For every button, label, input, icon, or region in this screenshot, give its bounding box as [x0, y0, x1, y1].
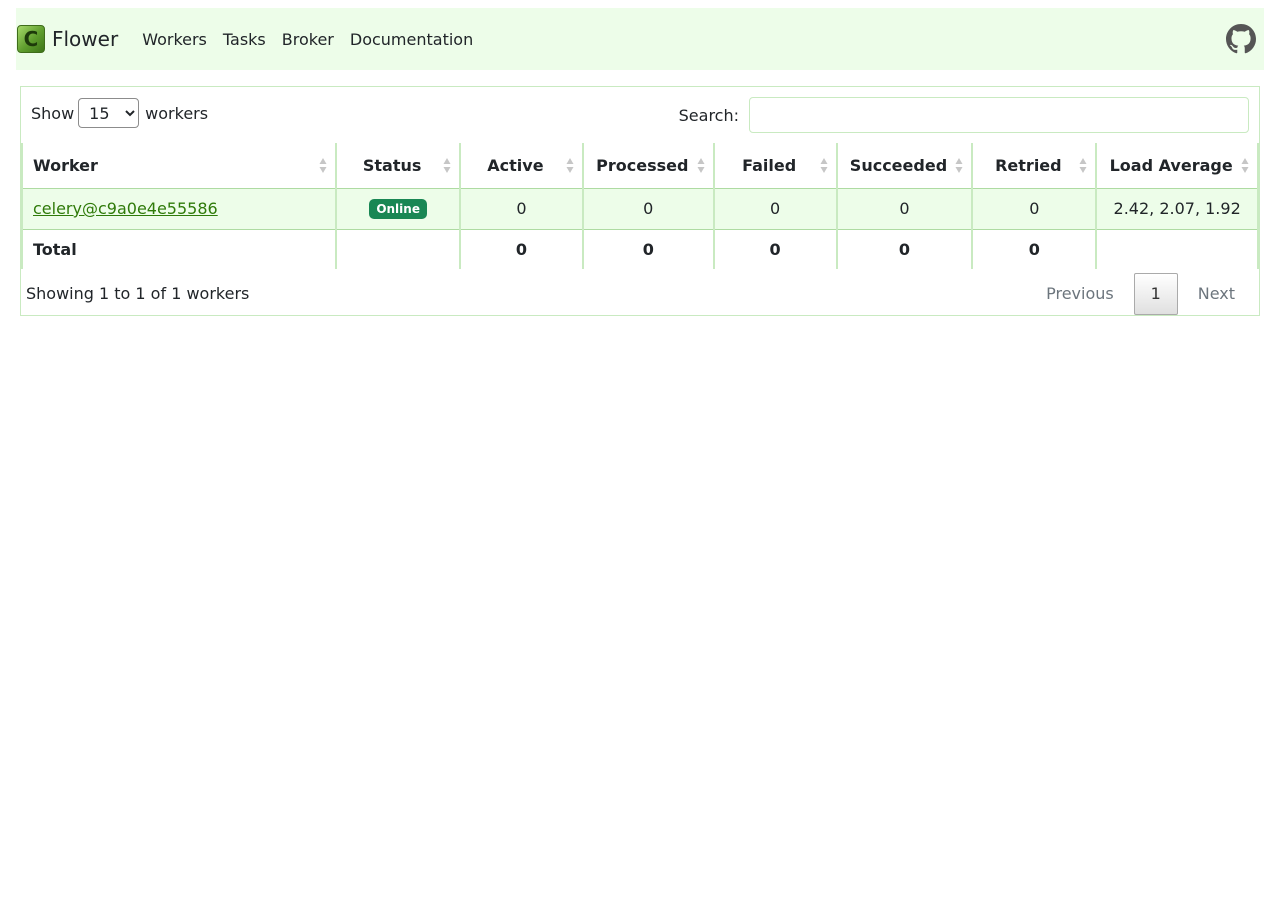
column-label: Succeeded	[849, 155, 948, 175]
next-button[interactable]: Next	[1178, 273, 1255, 315]
column-label: Load Average	[1109, 155, 1233, 175]
navbar: C Flower Workers Tasks Broker Documentat…	[16, 8, 1264, 70]
nav-workers[interactable]: Workers	[142, 30, 207, 49]
total-status-cell	[335, 229, 462, 269]
workers-label: workers	[145, 103, 209, 123]
column-label: Retried	[995, 155, 1062, 175]
processed-cell: 0	[581, 188, 715, 230]
sort-icon	[820, 158, 827, 173]
previous-button[interactable]: Previous	[1026, 273, 1134, 315]
celery-logo-icon: C	[17, 25, 45, 53]
column-header-failed[interactable]: Failed	[712, 143, 838, 189]
column-header-processed[interactable]: Processed	[581, 143, 715, 189]
sort-icon	[566, 158, 574, 173]
retried-cell: 0	[971, 188, 1098, 230]
status-cell: Online	[335, 188, 462, 230]
total-row: Total 0 0 0 0 0	[20, 229, 1259, 269]
column-label: Active	[487, 155, 544, 175]
search-input[interactable]	[749, 97, 1249, 133]
nav-tasks[interactable]: Tasks	[223, 30, 266, 49]
total-failed: 0	[712, 229, 838, 269]
github-icon[interactable]	[1226, 24, 1256, 54]
succeeded-cell: 0	[835, 188, 974, 230]
nav-broker[interactable]: Broker	[282, 30, 334, 49]
total-label: Total	[20, 229, 338, 269]
column-label: Worker	[33, 155, 98, 175]
column-label: Processed	[596, 155, 689, 175]
brand-name: Flower	[52, 27, 119, 51]
table-header-row: Worker Status Active Processed Failed Su…	[20, 143, 1259, 189]
total-active: 0	[459, 229, 584, 269]
total-load-average-cell	[1095, 229, 1259, 269]
total-retried: 0	[971, 229, 1098, 269]
workers-panel: Show 15 workers Search: Worker Status Ac…	[20, 86, 1260, 316]
page-length-select[interactable]: 15	[78, 98, 140, 128]
sort-icon	[955, 158, 963, 173]
total-processed: 0	[581, 229, 715, 269]
column-header-succeeded[interactable]: Succeeded	[835, 143, 974, 189]
active-cell: 0	[459, 188, 584, 230]
column-label: Failed	[742, 155, 797, 175]
sort-icon	[697, 158, 705, 173]
column-header-load-average[interactable]: Load Average	[1095, 143, 1259, 189]
show-label: Show	[31, 103, 75, 123]
page-1-button[interactable]: 1	[1133, 273, 1178, 315]
column-label: Status	[362, 155, 422, 175]
column-header-retried[interactable]: Retried	[971, 143, 1098, 189]
column-header-active[interactable]: Active	[459, 143, 584, 189]
table-info: Showing 1 to 1 of 1 workers	[26, 284, 250, 303]
total-succeeded: 0	[835, 229, 974, 269]
table-row: celery@c9a0e4e55586 Online 0 0 0 0 0 2.4…	[20, 188, 1259, 230]
sort-icon	[1241, 158, 1249, 173]
load-average-cell: 2.42, 2.07, 1.92	[1095, 188, 1259, 230]
workers-table: Worker Status Active Processed Failed Su…	[20, 143, 1259, 269]
pagination: Previous 1 Next	[1026, 273, 1255, 315]
nav-links: Workers Tasks Broker Documentation	[142, 30, 489, 49]
status-badge: Online	[369, 199, 427, 219]
sort-icon	[1079, 158, 1087, 173]
length-control: Show 15 workers	[31, 98, 208, 128]
search-label: Search:	[678, 105, 739, 125]
failed-cell: 0	[712, 188, 838, 230]
worker-link[interactable]: celery@c9a0e4e55586	[33, 199, 218, 218]
sort-icon	[443, 158, 451, 173]
column-header-status[interactable]: Status	[335, 143, 462, 189]
nav-documentation[interactable]: Documentation	[350, 30, 473, 49]
worker-cell: celery@c9a0e4e55586	[20, 188, 338, 230]
search-control: Search:	[679, 97, 1249, 133]
sort-icon	[319, 158, 327, 173]
brand-link[interactable]: C Flower	[17, 25, 118, 53]
column-header-worker[interactable]: Worker	[20, 143, 338, 189]
